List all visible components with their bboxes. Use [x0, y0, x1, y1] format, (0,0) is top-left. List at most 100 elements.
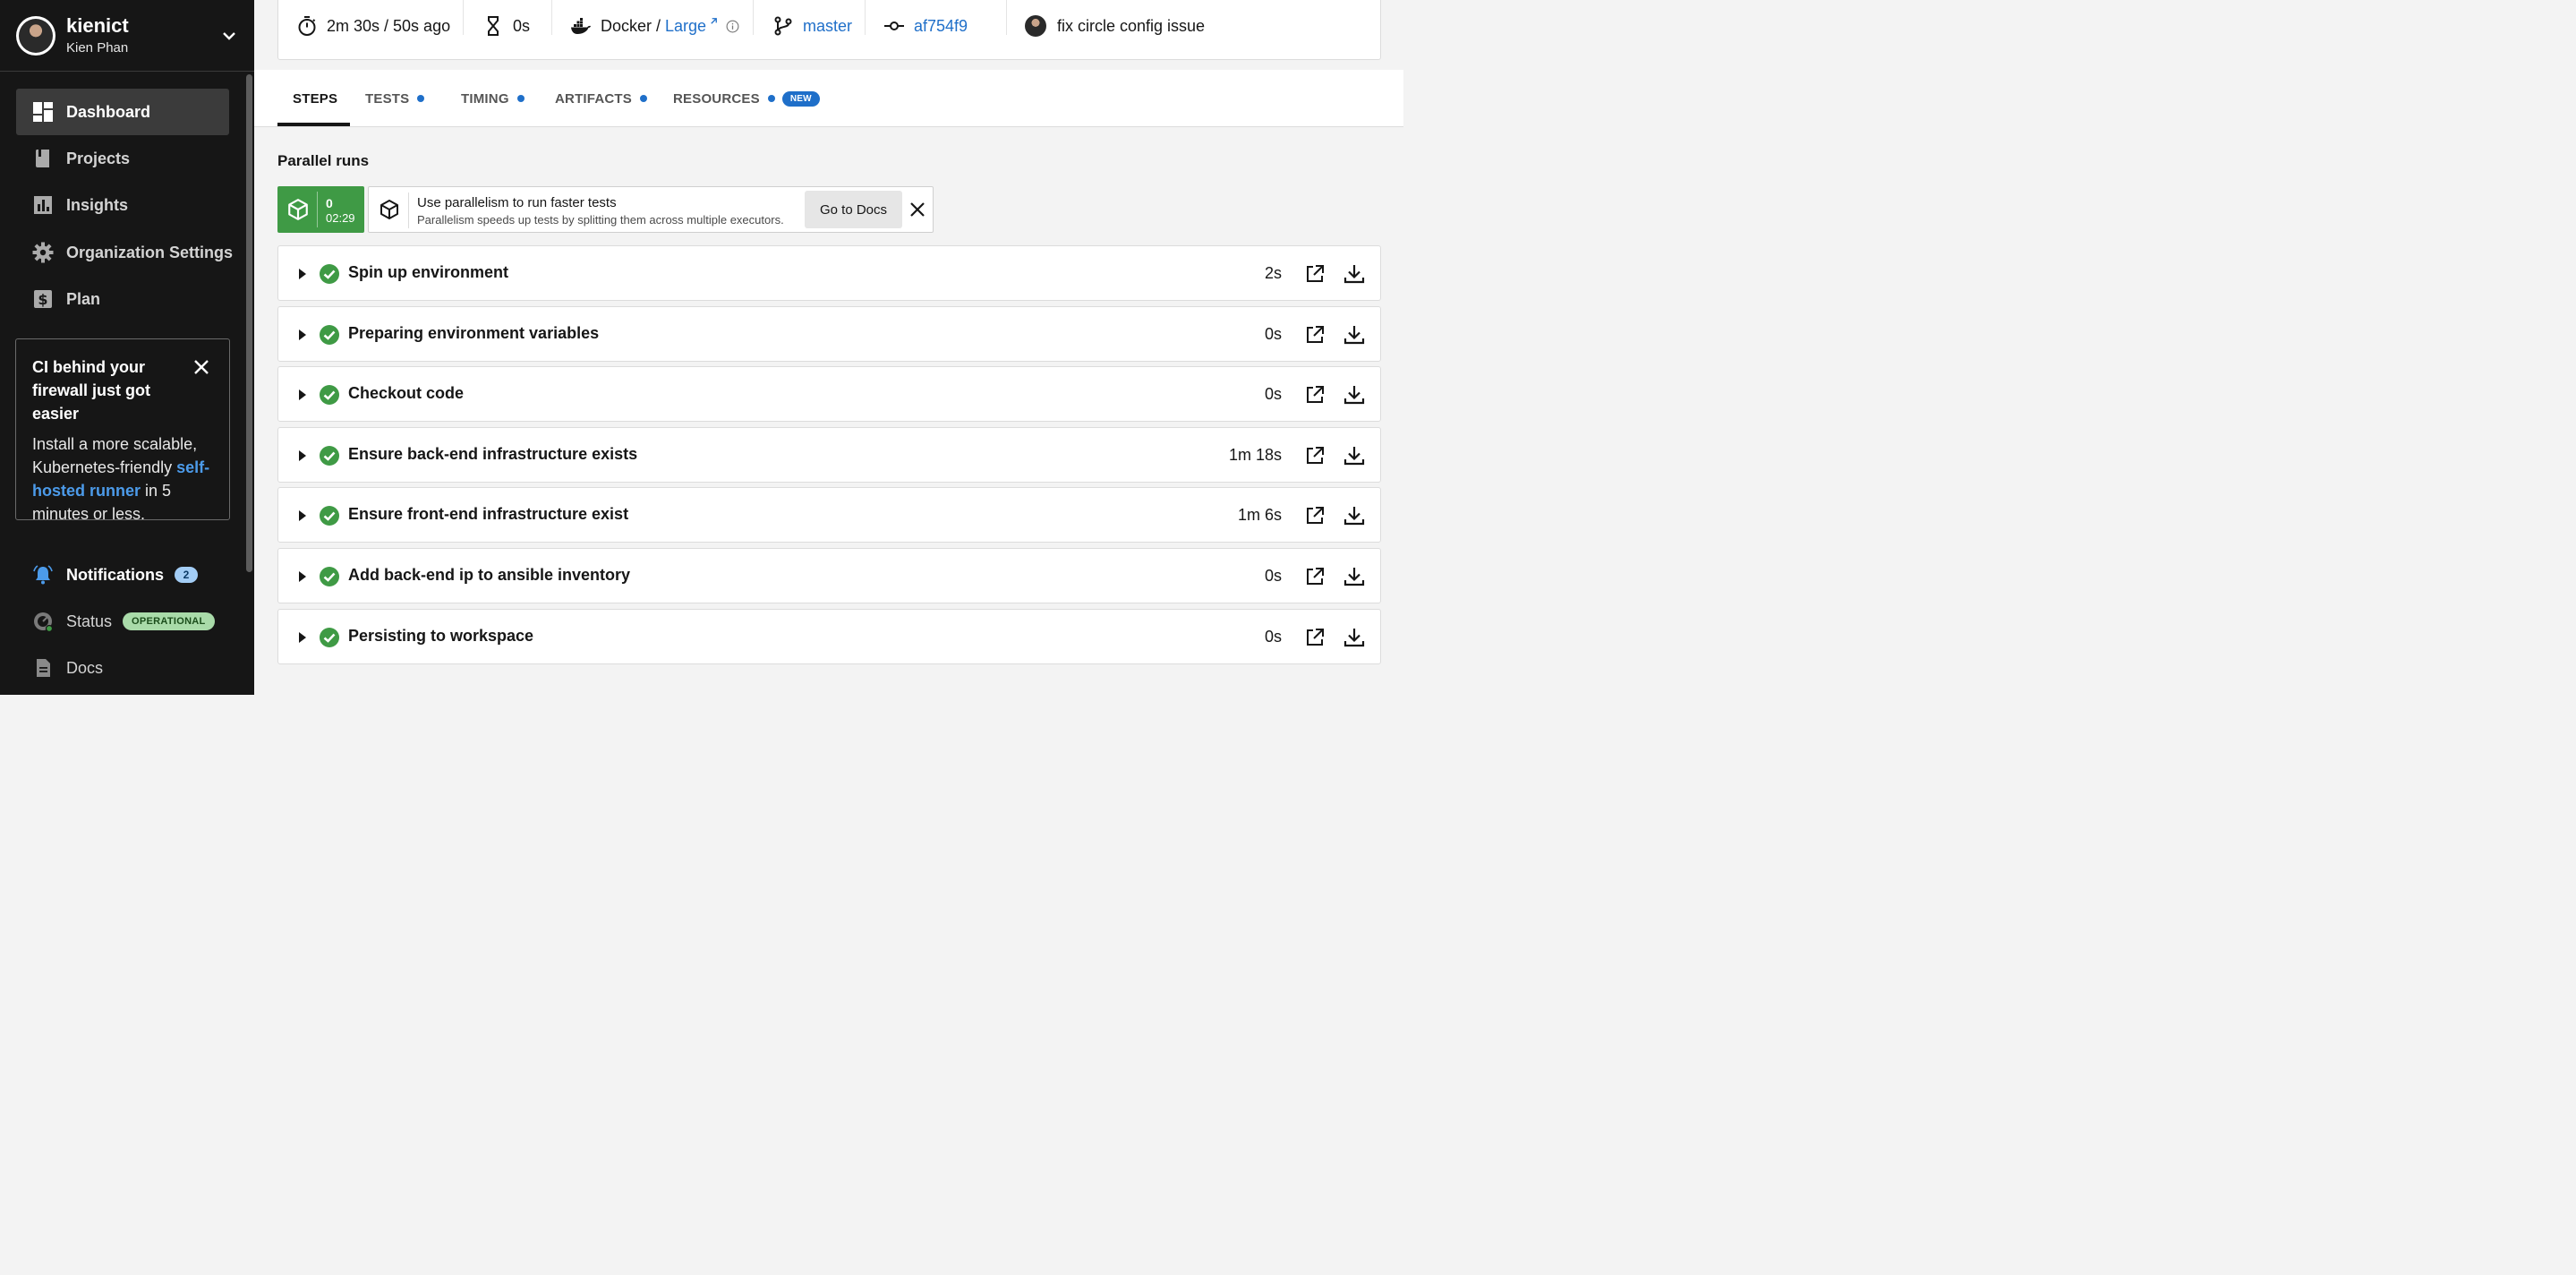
sidebar-item-organization-settings[interactable]: Organization Settings [16, 229, 233, 276]
caret-right-icon[interactable] [298, 329, 307, 340]
open-in-new-tab-icon[interactable] [1304, 505, 1326, 526]
download-icon[interactable] [1343, 626, 1366, 649]
open-in-new-tab-icon[interactable] [1304, 445, 1326, 466]
download-icon[interactable] [1343, 383, 1366, 406]
caret-right-icon[interactable] [298, 632, 307, 643]
sidebar-scrollbar-thumb[interactable] [246, 74, 252, 572]
step-name: Ensure back-end infrastructure exists [348, 445, 638, 463]
step-duration: 0s [1264, 325, 1282, 343]
open-in-new-tab-icon[interactable] [1304, 627, 1326, 648]
promo-card: CI behind your firewall just got easier … [15, 338, 230, 523]
info-icon[interactable] [726, 20, 739, 33]
author-avatar [1025, 15, 1046, 37]
divider [753, 0, 754, 35]
download-icon[interactable] [1343, 444, 1366, 467]
notifications-item[interactable]: Notifications 2 [32, 560, 199, 590]
close-icon[interactable] [909, 201, 925, 218]
go-to-docs-button[interactable]: Go to Docs [805, 191, 902, 228]
step-duration: 0s [1264, 628, 1282, 646]
step-name: Persisting to workspace [348, 627, 534, 645]
tab-steps[interactable]: STEPS [293, 70, 337, 127]
chevron-down-icon[interactable] [220, 27, 238, 45]
main-content: 2m 30s / 50s ago 0s Docker / Large maste… [254, 0, 1403, 695]
new-content-dot [767, 95, 775, 102]
dashboard-icon [33, 102, 53, 122]
caret-right-icon[interactable] [298, 571, 307, 582]
open-in-new-tab-icon[interactable] [1304, 384, 1326, 406]
tab-resources[interactable]: RESOURCES NEW [673, 70, 820, 127]
sidebar-item-dashboard[interactable]: Dashboard [16, 89, 229, 135]
step-duration: 1m 6s [1237, 506, 1282, 524]
step-name: Ensure front-end infrastructure exist [348, 505, 629, 523]
step-row[interactable]: Ensure back-end infrastructure exists 1m … [277, 427, 1381, 483]
stopwatch-icon [298, 16, 316, 36]
open-in-new-tab-icon[interactable] [1304, 566, 1326, 587]
parallel-run-index: 0 [326, 196, 333, 210]
open-in-new-tab-icon[interactable] [1304, 263, 1326, 285]
commit-link[interactable]: af754f9 [914, 17, 968, 36]
parallel-run-time: 02:29 [326, 211, 355, 225]
status-gauge-icon [34, 612, 54, 632]
caret-right-icon[interactable] [298, 450, 307, 461]
tab-tests[interactable]: TESTS [365, 70, 425, 127]
user-menu[interactable]: kienict Kien Phan [0, 0, 254, 72]
job-duration: 2m 30s / 50s ago [296, 1, 450, 51]
success-check-icon [320, 506, 339, 526]
step-duration: 1m 18s [1228, 446, 1282, 464]
branch-link[interactable]: master [803, 17, 852, 36]
bar-chart-icon [34, 196, 52, 214]
user-login: kienict [66, 13, 129, 37]
download-icon[interactable] [1343, 504, 1366, 527]
step-row[interactable]: Spin up environment 2s [277, 245, 1381, 301]
success-check-icon [320, 446, 339, 466]
tab-timing[interactable]: TIMING [461, 70, 525, 127]
cube-icon [288, 199, 308, 220]
sidebar: kienict Kien Phan Dashboard Projects Ins… [0, 0, 254, 695]
tab-artifacts[interactable]: ARTIFACTS [555, 70, 647, 127]
download-icon[interactable] [1343, 262, 1366, 286]
new-badge: NEW [781, 90, 820, 107]
sidebar-item-label: Insights [66, 195, 129, 214]
git-branch-icon [774, 16, 792, 36]
branch-info: master [772, 1, 852, 51]
divider [1006, 0, 1007, 35]
cube-icon [380, 200, 398, 219]
download-icon[interactable] [1343, 323, 1366, 347]
step-name: Preparing environment variables [348, 324, 600, 342]
docs-item[interactable]: Docs [32, 653, 103, 683]
queued-time: 0s [482, 1, 530, 51]
dollar-icon: $ [34, 290, 52, 308]
promo-title: CI behind your firewall just got easier [32, 358, 151, 423]
step-row[interactable]: Preparing environment variables 0s [277, 306, 1381, 362]
caret-right-icon[interactable] [298, 510, 307, 521]
step-name: Add back-end ip to ansible inventory [348, 566, 631, 584]
git-commit-icon [884, 21, 904, 30]
open-in-new-tab-icon[interactable] [1304, 324, 1326, 346]
active-tab-indicator [277, 123, 350, 126]
caret-right-icon[interactable] [298, 269, 307, 279]
notifications-label: Notifications [66, 565, 165, 584]
caret-right-icon[interactable] [298, 389, 307, 400]
step-row[interactable]: Ensure front-end infrastructure exist 1m … [277, 487, 1381, 543]
step-row[interactable]: Add back-end ip to ansible inventory 0s [277, 548, 1381, 603]
tab-bar: STEPS TESTS TIMING ARTIFACTS RESOURCES NE… [254, 70, 1403, 127]
banner-description: Parallelism speeds up tests by splitting… [417, 213, 784, 227]
close-icon[interactable] [193, 359, 209, 375]
step-name: Checkout code [348, 384, 465, 402]
step-row[interactable]: Checkout code 0s [277, 366, 1381, 422]
sidebar-item-label: Plan [66, 289, 101, 308]
docker-icon [571, 18, 591, 34]
sidebar-item-plan[interactable]: $ Plan [16, 276, 229, 322]
sidebar-item-insights[interactable]: Insights [16, 182, 229, 228]
resource-class-link[interactable]: Large [665, 17, 706, 36]
sidebar-item-projects[interactable]: Projects [16, 135, 229, 182]
parallel-run-0[interactable]: 0 02:29 [277, 186, 364, 233]
hourglass-icon [488, 16, 499, 36]
new-content-dot [516, 95, 525, 102]
status-item[interactable]: Status OPERATIONAL [32, 606, 215, 637]
download-icon[interactable] [1343, 565, 1366, 588]
step-row[interactable]: Persisting to workspace 0s [277, 609, 1381, 664]
notification-count-badge: 2 [175, 567, 199, 583]
status-label: Status [66, 612, 113, 630]
divider [551, 0, 552, 35]
